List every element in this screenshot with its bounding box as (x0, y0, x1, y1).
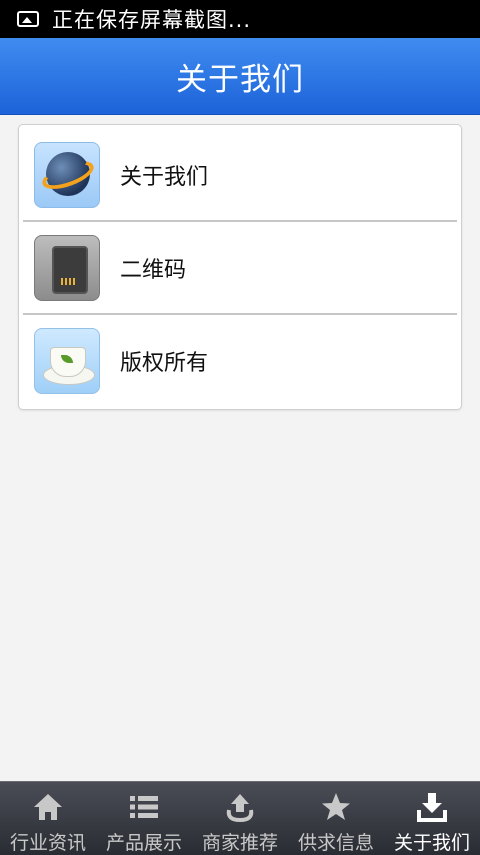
tab-industry-news[interactable]: 行业资讯 (0, 782, 96, 855)
screenshot-icon (17, 11, 39, 27)
upload-icon (226, 794, 254, 823)
list-item-copyright[interactable]: 版权所有 (19, 315, 461, 407)
title-bar: 关于我们 (0, 38, 480, 115)
tab-supply-demand[interactable]: 供求信息 (288, 782, 384, 855)
sd-card-icon (34, 235, 100, 301)
menu-card: 关于我们 二维码 版权所有 (18, 124, 462, 410)
status-bar: 正在保存屏幕截图... (0, 0, 480, 38)
star-icon (322, 793, 350, 820)
tab-label: 供求信息 (297, 832, 374, 854)
tab-label: 产品展示 (105, 832, 182, 854)
tab-about-us[interactable]: 关于我们 (384, 782, 480, 855)
tab-label: 行业资讯 (9, 832, 86, 854)
list-item-label: 版权所有 (120, 351, 209, 376)
globe-icon (34, 142, 100, 208)
tab-label: 商家推荐 (201, 832, 278, 854)
home-icon (34, 794, 62, 820)
list-icon (130, 796, 158, 818)
notification-text: 正在保存屏幕截图... (52, 8, 252, 32)
tab-product-display[interactable]: 产品展示 (96, 782, 192, 855)
list-item-qr-code[interactable]: 二维码 (19, 222, 461, 314)
tab-merchant-recommend[interactable]: 商家推荐 (192, 782, 288, 855)
tab-label: 关于我们 (393, 832, 470, 854)
list-item-about-us[interactable]: 关于我们 (19, 129, 461, 221)
bottom-tab-bar: 行业资讯 产品展示 商家推荐 供求信息 关于我们 (0, 781, 480, 855)
teacup-icon (34, 328, 100, 394)
download-icon (417, 793, 447, 822)
list-item-label: 二维码 (120, 258, 187, 283)
list-item-label: 关于我们 (120, 165, 209, 190)
page-title: 关于我们 (176, 61, 304, 98)
